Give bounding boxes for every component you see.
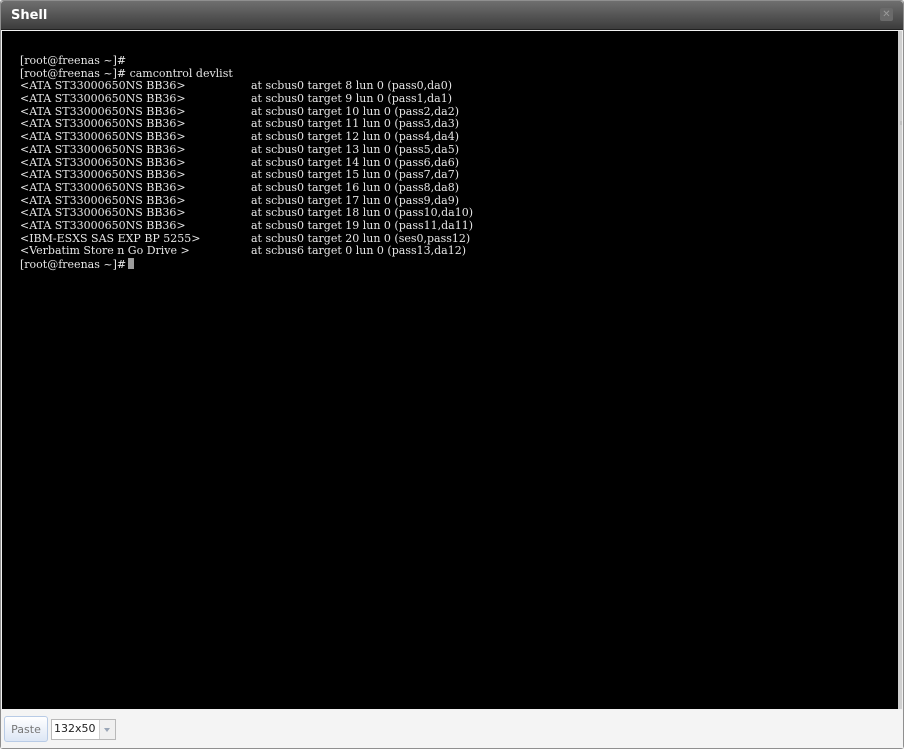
prompt-text: [root@freenas ~]# — [20, 258, 127, 271]
terminal-output[interactable]: [root@freenas ~]# [root@freenas ~]# camco… — [2, 31, 902, 709]
device-location: at scbus0 target 10 lun 0 (pass2,da2) — [251, 104, 459, 118]
device-location: at scbus0 target 19 lun 0 (pass11,da11) — [251, 218, 473, 232]
device-name: <ATA ST33000650NS BB36> — [20, 168, 186, 182]
device-location: at scbus0 target 14 lun 0 (pass6,da6) — [251, 155, 459, 169]
terminal-size-value: 132x50 — [54, 722, 96, 735]
window-title: Shell — [11, 8, 48, 23]
chevron-down-icon[interactable] — [99, 720, 115, 739]
window-titlebar[interactable]: Shell ✕ — [1, 1, 903, 30]
device-location: at scbus0 target 16 lun 0 (pass8,da8) — [251, 180, 459, 194]
terminal-cursor — [128, 258, 135, 269]
prompt-text: [root@freenas ~]# camcontrol devlist — [20, 66, 233, 80]
device-name: <ATA ST33000650NS BB36> — [20, 218, 186, 232]
paste-button[interactable]: Paste — [4, 716, 48, 742]
device-location: at scbus0 target 13 lun 0 (pass5,da5) — [251, 142, 459, 156]
device-location: at scbus0 target 17 lun 0 (pass9,da9) — [251, 193, 459, 207]
close-icon[interactable]: ✕ — [880, 8, 893, 21]
terminal-line: [root@freenas ~]# — [20, 258, 473, 271]
terminal-lines: [root@freenas ~]# [root@freenas ~]# camco… — [20, 54, 473, 271]
device-location: at scbus0 target 11 lun 0 (pass3,da3) — [251, 117, 459, 131]
device-name: <Verbatim Store n Go Drive > — [20, 244, 190, 258]
prompt-text: [root@freenas ~]# — [20, 54, 127, 67]
terminal-size-select[interactable]: 132x50 — [51, 719, 116, 740]
device-location: at scbus0 target 12 lun 0 (pass4,da4) — [251, 130, 459, 144]
device-location: at scbus0 target 8 lun 0 (pass0,da0) — [251, 79, 452, 93]
device-location: at scbus0 target 9 lun 0 (pass1,da1) — [251, 92, 452, 106]
device-location: at scbus0 target 18 lun 0 (pass10,da10) — [251, 206, 473, 220]
device-name: <ATA ST33000650NS BB36> — [20, 180, 186, 194]
device-name: <ATA ST33000650NS BB36> — [20, 142, 186, 156]
shell-toolbar: Paste 132x50 — [1, 710, 903, 748]
window-edge-mark — [900, 121, 902, 125]
device-name: <ATA ST33000650NS BB36> — [20, 92, 186, 106]
device-location: at scbus0 target 20 lun 0 (ses0,pass12) — [251, 231, 471, 245]
shell-window: Shell ✕ [root@freenas ~]# [root@freenas ~… — [0, 0, 904, 749]
device-location: at scbus6 target 0 lun 0 (pass13,da12) — [251, 244, 466, 258]
terminal-line: <Verbatim Store n Go Drive > at scbus6 ta… — [20, 244, 473, 258]
device-name: <ATA ST33000650NS BB36> — [20, 130, 186, 144]
device-location: at scbus0 target 15 lun 0 (pass7,da7) — [251, 168, 459, 182]
